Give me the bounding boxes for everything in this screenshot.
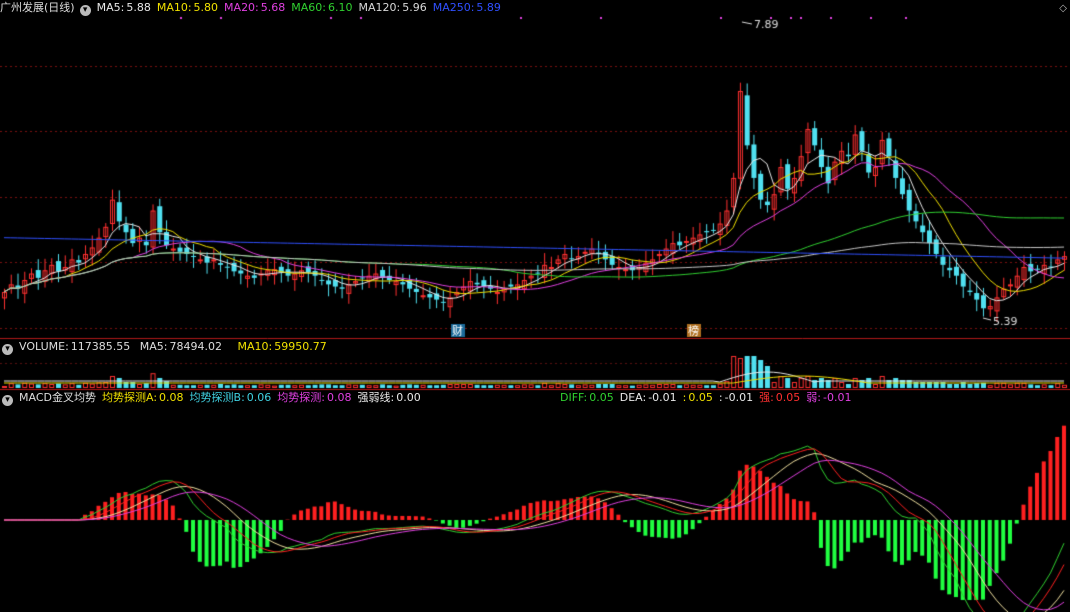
volume-label: VOLUME: (19, 340, 69, 353)
ma-legend-item-4: MA120: 5.96 (358, 1, 426, 14)
expand-icon[interactable]: ◇ (1059, 3, 1067, 14)
macd-right-item-label-4: 强: (759, 391, 774, 404)
ma-legend-item-value-3: 6.10 (327, 1, 353, 14)
stock-chart-canvas[interactable] (0, 0, 1070, 612)
macd-right-item-label-1: DEA: (619, 391, 647, 404)
stock-title: 广州发展(日线) (0, 1, 75, 14)
ma-legend-item-label-2: MA20: (224, 1, 259, 14)
ma-legend-item-3: MA60: 6.10 (291, 1, 352, 14)
macd-right-item-value-5: -0.01 (823, 391, 852, 404)
macd-legend-items: 均势探测A: 0.08 均势探测B: 0.06 均势探测: 0.08 强弱线: 0.00 (102, 391, 427, 404)
macd-right-item-3: : -0.01 (719, 391, 753, 404)
macd-item-label-1: 均势探测B: (189, 391, 245, 404)
volume-ma5-value: 78494.02 (169, 340, 223, 353)
indicator-menu-icon[interactable]: ▾ (79, 5, 91, 16)
macd-item-2: 均势探测: 0.08 (277, 391, 351, 404)
macd-item-1: 均势探测B: 0.06 (190, 391, 272, 404)
volume-legend: ▾ VOLUME: 117385.55 MA5: 78494.02 MA10: 5995… (0, 339, 339, 355)
macd-right-item-value-1: -0.01 (648, 391, 677, 404)
macd-right-item-2: :0.05 (683, 391, 713, 404)
macd-item-value-0: 0.08 (159, 391, 184, 404)
ma-legend-item-label-3: MA60: (291, 1, 326, 14)
macd-right-legend: DIFF: 0.05 DEA: -0.01:0.05: -0.01 强: 0.05 弱: -0.… (560, 390, 857, 406)
ma-legend-item-value-4: 5.96 (402, 1, 427, 14)
ma-legend-item-label-5: MA250: (432, 1, 475, 14)
macd-item-value-3: 0.00 (396, 391, 421, 404)
macd-right-item-4: 强: 0.05 (759, 391, 800, 404)
ma-legend-item-label-0: MA5: (96, 1, 125, 14)
volume-value: 117385.55 (70, 340, 131, 353)
macd-item-label-3: 强弱线: (357, 391, 395, 404)
macd-item-label-0: 均势探测A: (101, 391, 158, 404)
ma-legend-items: MA5: 5.88 MA10: 5.80 MA20: 5.68 MA60: 6.10 MA120… (97, 1, 507, 14)
macd-item-label-2: 均势探测: (277, 391, 326, 404)
volume-menu-icon[interactable]: ▾ (2, 344, 13, 355)
ma-legend-item-5: MA250: 5.89 (433, 1, 501, 14)
price-legend: 广州发展(日线) ▾ MA5: 5.88 MA10: 5.80 MA20: 5.68 MA60:… (0, 0, 513, 16)
ma-legend-item-label-4: MA120: (358, 1, 401, 14)
macd-right-item-label-5: 弱: (806, 391, 822, 404)
volume-ma10-value: 59950.77 (274, 340, 327, 353)
macd-right-item-label-2: : (682, 391, 687, 404)
macd-right-item-5: 弱: -0.01 (806, 391, 851, 404)
ma-legend-item-value-0: 5.88 (126, 1, 151, 14)
ma-legend-item-label-1: MA10: (156, 1, 192, 14)
macd-right-item-label-3: : (718, 391, 723, 404)
macd-item-3: 强弱线: 0.00 (358, 391, 421, 404)
macd-item-0: 均势探测A: 0.08 (102, 391, 184, 404)
macd-legend: ▾ MACD金叉均势 均势探测A: 0.08 均势探测B: 0.06 均势探测: 0.08 强弱… (0, 390, 433, 406)
volume-ma5-label: MA5: (139, 340, 168, 353)
macd-right-item-label-0: DIFF: (560, 391, 588, 404)
macd-right-item-value-4: 0.05 (775, 391, 801, 404)
ma-legend-item-value-1: 5.80 (193, 1, 219, 14)
ma-legend-item-0: MA5: 5.88 (97, 1, 151, 14)
macd-item-value-1: 0.06 (246, 391, 272, 404)
macd-right-item-1: DEA: -0.01 (620, 391, 677, 404)
macd-item-value-2: 0.08 (327, 391, 352, 404)
volume-ma10-label: MA10: (237, 340, 273, 353)
macd-right-item-value-3: -0.01 (724, 391, 754, 404)
macd-right-item-0: DIFF: 0.05 (560, 391, 614, 404)
macd-indicator-name: MACD金叉均势 (19, 391, 96, 404)
ma-legend-item-2: MA20: 5.68 (224, 1, 285, 14)
ma-legend-item-value-5: 5.89 (476, 1, 501, 14)
ma-legend-item-1: MA10: 5.80 (157, 1, 218, 14)
macd-menu-icon[interactable]: ▾ (2, 395, 13, 406)
macd-right-item-value-0: 0.05 (589, 391, 614, 404)
macd-right-item-value-2: 0.05 (688, 391, 713, 404)
ma-legend-item-value-2: 5.68 (260, 1, 286, 14)
